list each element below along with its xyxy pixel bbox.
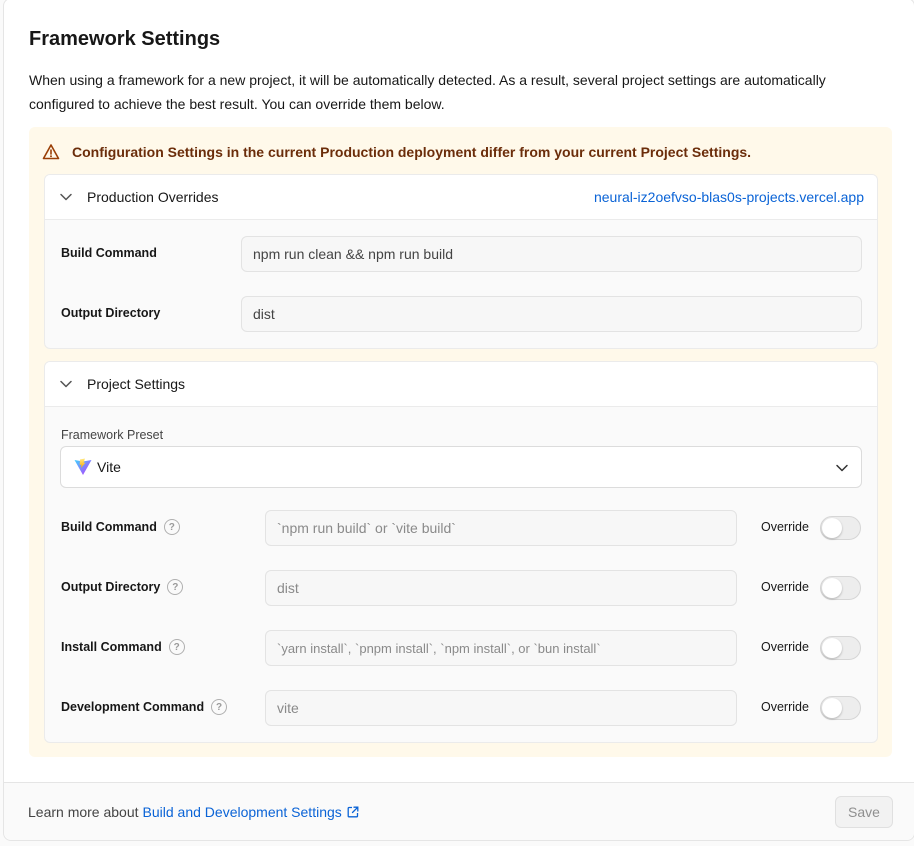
learn-more-text: Learn more about	[28, 804, 139, 820]
toggle-knob	[822, 518, 842, 538]
deployment-link[interactable]: neural-iz2oefvso-blas0s-projects.vercel.…	[594, 189, 864, 205]
override-label: Override	[761, 640, 809, 654]
framework-preset-label: Framework Preset	[61, 428, 164, 442]
development-command-override-toggle[interactable]	[820, 696, 861, 720]
prod-build-command-label: Build Command	[61, 246, 157, 260]
output-directory-override-toggle[interactable]	[820, 576, 861, 600]
build-command-label-text: Build Command	[61, 520, 157, 534]
chevron-down-icon	[836, 464, 848, 472]
production-overrides-panel: Production Overrides neural-iz2oefvso-bl…	[44, 174, 878, 349]
build-settings-docs-link[interactable]: Build and Development Settings	[143, 804, 342, 820]
development-command-label-text: Development Command	[61, 700, 205, 714]
help-icon[interactable]: ?	[163, 519, 180, 535]
build-command-label: Build Command ?	[61, 519, 180, 535]
vite-logo-icon	[74, 458, 92, 475]
toggle-knob	[822, 638, 842, 658]
install-command-label-text: Install Command	[61, 640, 162, 654]
project-settings-header[interactable]: Project Settings	[45, 362, 877, 407]
development-command-label: Development Command ?	[61, 699, 228, 715]
prod-build-command-field: npm run clean && npm run build	[241, 236, 862, 272]
help-icon[interactable]: ?	[211, 699, 228, 715]
card-footer: Learn more about Build and Development S…	[4, 782, 914, 840]
output-directory-label-text: Output Directory	[61, 580, 161, 594]
override-label: Override	[761, 700, 809, 714]
save-button[interactable]: Save	[835, 796, 893, 828]
production-overrides-header[interactable]: Production Overrides neural-iz2oefvso-bl…	[45, 175, 877, 220]
warning-triangle-icon	[42, 144, 60, 160]
install-command-label: Install Command ?	[61, 639, 185, 655]
framework-preset-select[interactable]: Vite	[60, 446, 862, 488]
help-icon[interactable]: ?	[167, 579, 184, 595]
install-command-override-toggle[interactable]	[820, 636, 861, 660]
prod-output-directory-field: dist	[241, 296, 862, 332]
override-label: Override	[761, 580, 809, 594]
development-command-input[interactable]: vite	[265, 690, 737, 726]
external-link-icon[interactable]	[347, 806, 359, 818]
help-icon[interactable]: ?	[168, 639, 185, 655]
prod-output-directory-label: Output Directory	[61, 306, 161, 320]
toggle-knob	[822, 698, 842, 718]
build-command-input[interactable]: `npm run build` or `vite build`	[265, 510, 737, 546]
toggle-knob	[822, 578, 842, 598]
output-directory-input[interactable]: dist	[265, 570, 737, 606]
framework-settings-card: Framework Settings When using a framewor…	[3, 0, 914, 841]
page-description: When using a framework for a new project…	[29, 72, 826, 112]
page-title: Framework Settings	[29, 28, 221, 50]
chevron-down-icon	[60, 380, 72, 388]
project-settings-title: Project Settings	[87, 376, 186, 392]
override-label: Override	[761, 520, 809, 534]
warning-message: Configuration Settings in the current Pr…	[72, 144, 752, 160]
warning-banner: Configuration Settings in the current Pr…	[29, 127, 892, 757]
framework-preset-value: Vite	[97, 459, 121, 475]
project-settings-panel: Project Settings Framework Preset Vite B…	[44, 361, 878, 743]
install-command-input[interactable]: `yarn install`, `pnpm install`, `npm ins…	[265, 630, 737, 666]
build-command-override-toggle[interactable]	[820, 516, 861, 540]
output-directory-label: Output Directory ?	[61, 579, 184, 595]
production-overrides-title: Production Overrides	[87, 189, 219, 205]
chevron-down-icon	[60, 193, 72, 201]
learn-more: Learn more about Build and Development S…	[28, 804, 359, 820]
